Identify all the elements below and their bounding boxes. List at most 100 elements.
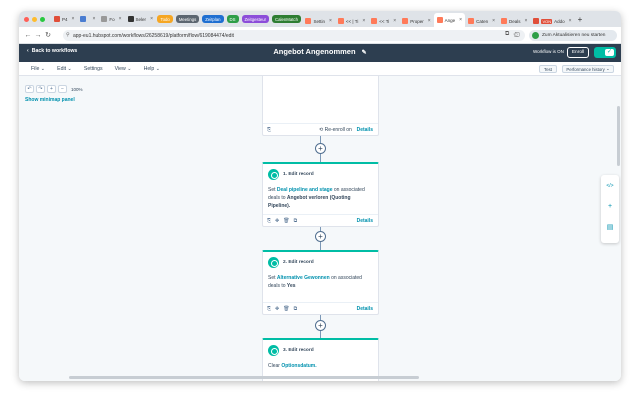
test-button[interactable]: Test [539,65,557,73]
horizontal-scrollbar[interactable] [69,376,419,379]
action-card-1[interactable]: 1. Edit record Set Deal pipeline and stag… [262,162,379,227]
pencil-icon[interactable]: ✎ [362,50,367,56]
browser-tab[interactable]: Caten × [465,15,498,27]
browser-tab[interactable]: Settin × [302,15,334,27]
sidebar-icon[interactable]: ▢ [514,31,520,38]
browser-tab[interactable]: Proper × [399,15,433,27]
browser-tab[interactable]: Fo × [98,13,124,25]
tab-favicon-icon [54,16,60,22]
close-tab-icon[interactable]: × [492,18,495,24]
property-link[interactable]: Alternative Gewonnen [277,275,330,281]
close-tab-icon[interactable]: × [329,18,332,24]
move-icon[interactable]: ✥ [275,306,279,312]
browser-tab[interactable]: Ange × [433,13,466,27]
close-tab-icon[interactable]: × [362,18,365,24]
tab-label: Seler [135,16,147,22]
browser-tab[interactable]: P4 × [51,13,77,25]
undo-icon[interactable]: ↶ [25,85,34,93]
close-tab-icon[interactable]: × [119,16,122,22]
tab-label: Settin [313,18,325,24]
action-card-3[interactable]: 3. Edit record Clear Optionsdatum. [262,338,379,381]
new-tab-button[interactable]: + [575,13,586,25]
copy-icon[interactable]: ⎘ [267,218,271,224]
tab-group-pill[interactable]: Todo [157,15,173,23]
copy-icon[interactable]: ⎘ [267,306,271,312]
add-action-button[interactable]: + [315,143,326,154]
move-icon[interactable]: ✥ [275,218,279,224]
check-icon: ✓ [605,49,614,56]
comment-icon[interactable]: ▤ [601,223,619,231]
tab-group-pill[interactable]: Zeitgesteur [241,15,270,23]
site-info-icon[interactable]: ⚲ [66,32,70,38]
browser-tab[interactable]: << | Ti × [335,15,368,27]
window-controls [19,16,51,22]
reload-icon[interactable]: ↻ [43,31,53,39]
close-tab-icon[interactable]: × [569,18,572,24]
close-tab-icon[interactable]: × [92,16,95,22]
forward-arrow-icon[interactable]: → [33,32,43,39]
property-link[interactable]: Optionsdatum. [281,363,316,369]
performance-history-button[interactable]: Performance history ⌄ [562,65,614,73]
maximize-window-button[interactable] [40,16,45,22]
close-tab-icon[interactable]: × [525,18,528,24]
redo-icon[interactable]: ↷ [36,85,45,93]
workflow-header: ‹ Back to workflows Angebot Angenommen ✎… [19,44,621,62]
menu-view[interactable]: View ⌄ [115,66,132,72]
copy-icon[interactable]: ⎘ [267,127,271,133]
vertical-scrollbar[interactable] [617,106,620,166]
show-minimap-link[interactable]: Show minimap panel [25,97,75,103]
minimize-window-button[interactable] [32,16,37,22]
browser-tab[interactable]: << Ti × [368,15,399,27]
delete-icon[interactable]: 🗑 [283,306,289,312]
extension-icon[interactable]: ⧉ [505,31,509,38]
re-enroll-label: ⟲ Re-enroll on [319,127,352,133]
workflow-status: Workflow is ON [533,49,564,54]
menu-edit[interactable]: Edit ⌄ [57,66,72,72]
workflow-title-text[interactable]: Angebot Angenommen [273,47,355,56]
update-button[interactable]: Zum Aktualisieren neu starten [529,30,617,41]
delete-icon[interactable]: 🗑 [283,218,289,224]
tab-favicon-icon [127,16,134,22]
clone-icon[interactable]: ⧉ [294,218,298,224]
workflow-on-toggle[interactable]: ✓ [594,47,616,58]
zoom-out-icon[interactable]: − [58,85,67,93]
close-tab-icon[interactable]: × [72,16,75,22]
add-action-button[interactable]: + [315,320,326,331]
tab-group-pill[interactable]: CalenMatch [272,15,301,23]
clone-icon[interactable]: ⧉ [294,306,298,312]
enrollment-trigger-card[interactable]: ⎘ ⟲ Re-enroll on Details [262,76,379,136]
code-icon[interactable]: </> [601,183,619,189]
details-link[interactable]: Details [357,306,373,312]
property-link[interactable]: Deal pipeline and stage [277,187,333,193]
browser-tab[interactable]: Deals × [498,15,530,27]
close-tab-icon[interactable]: × [428,18,431,24]
menu-help[interactable]: Help ⌄ [144,66,160,72]
enroll-button[interactable]: Enroll [567,47,589,58]
menu-settings[interactable]: Settings [84,66,103,72]
add-icon[interactable]: + [601,203,619,210]
add-action-button[interactable]: + [315,231,326,242]
close-tab-icon[interactable]: × [393,18,396,24]
details-link[interactable]: Details [357,127,373,133]
close-window-button[interactable] [24,16,29,22]
details-link[interactable]: Details [357,218,373,224]
workflow-canvas[interactable]: ↶ ↷ + − 100% Show minimap panel ⎘ ⟲ Re-e… [19,76,621,381]
close-tab-icon[interactable]: × [150,16,153,22]
tab-group-pill[interactable]: DS [226,15,239,23]
menu-file[interactable]: File ⌄ [31,66,45,72]
action-card-2[interactable]: 2. Edit record Set Alternative Gewonnen o… [262,250,379,315]
back-arrow-icon[interactable]: ← [23,32,33,39]
url-field[interactable]: ⚲ app-eu1.hubspot.com/workflows/26258619… [63,30,525,41]
browser-tab[interactable]: × [77,13,98,25]
side-tools-panel: </> + ▤ [601,175,619,243]
close-tab-icon[interactable]: × [459,17,462,23]
browser-tab[interactable]: VON Addo × [530,15,574,27]
tab-label: Addo [554,18,565,24]
tab-favicon-icon [402,18,409,24]
tab-group-pill[interactable]: Zeitplan [202,15,224,23]
browser-tab[interactable]: Seler × [125,13,156,25]
action-description: Set Alternative Gewonnen on associated d… [268,274,374,290]
zoom-in-icon[interactable]: + [47,85,56,93]
edit-record-icon [268,169,279,180]
tab-group-pill[interactable]: Meetings [175,15,200,23]
